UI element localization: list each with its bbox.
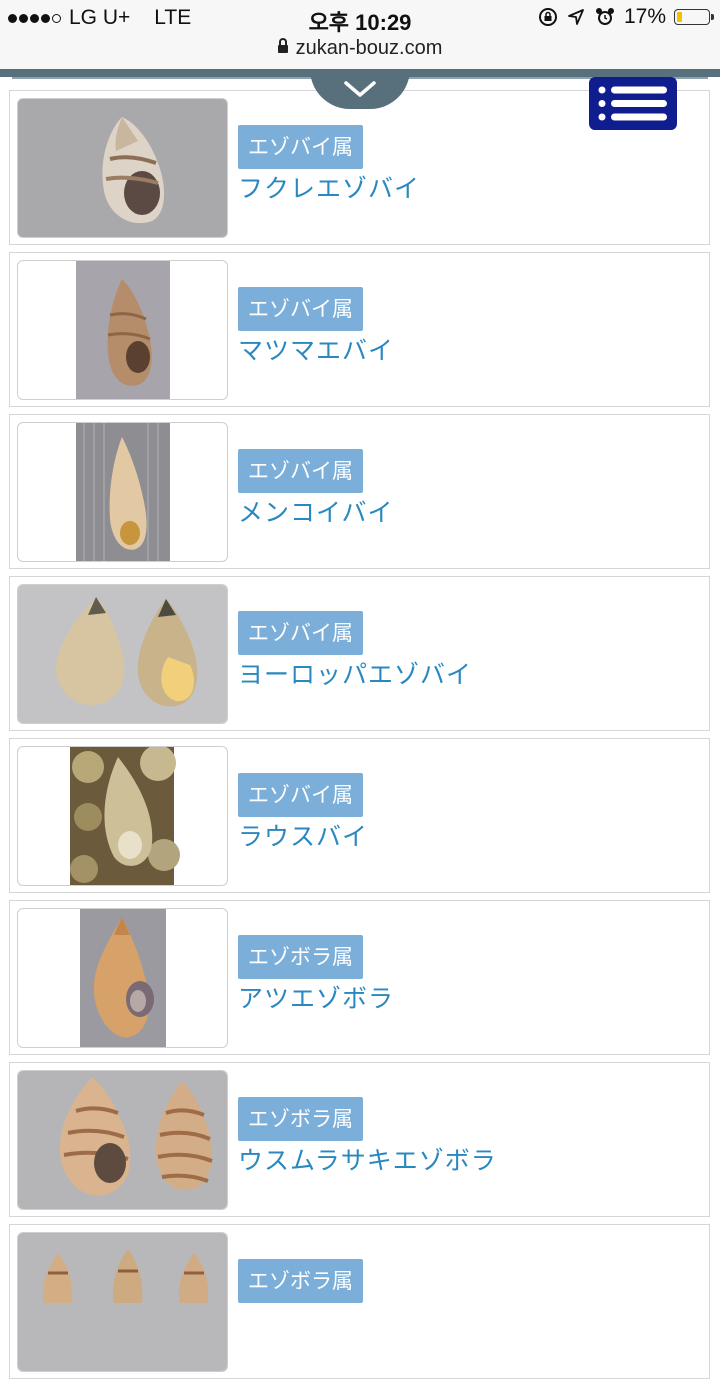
genus-badge: エゾボラ属 <box>238 935 363 979</box>
species-name-link[interactable]: メンコイバイ <box>238 498 394 528</box>
alarm-clock-icon <box>595 8 614 25</box>
list-item[interactable]: エゾボラ属 ウスムラサキエゾボラ <box>9 1062 710 1217</box>
species-photo[interactable] <box>17 746 228 886</box>
species-name-link[interactable]: ウスムラサキエゾボラ <box>238 1146 497 1176</box>
location-arrow-icon <box>568 9 584 25</box>
species-name-link[interactable]: アツエゾボラ <box>238 984 394 1014</box>
shell-photo-image <box>76 423 170 561</box>
list-item[interactable]: エゾボラ属 <box>9 1224 710 1379</box>
chevron-down-icon <box>344 81 376 97</box>
species-name-link[interactable]: ラウスバイ <box>238 822 368 852</box>
species-name-link[interactable]: フクレエゾバイ <box>238 174 420 204</box>
genus-badge: エゾバイ属 <box>238 449 363 493</box>
shell-photo-image <box>70 747 180 885</box>
rotation-lock-icon <box>538 8 557 26</box>
shell-photo-image <box>18 585 227 723</box>
species-name-link[interactable]: ヨーロッパエゾバイ <box>238 660 472 690</box>
menu-button[interactable] <box>589 77 677 130</box>
list-item[interactable]: エゾボラ属 アツエゾボラ <box>9 900 710 1055</box>
genus-badge: エゾボラ属 <box>238 1097 363 1141</box>
species-photo[interactable] <box>17 908 228 1048</box>
lock-icon <box>277 37 288 53</box>
browser-url-bar[interactable]: zukan-bouz.com <box>0 36 720 69</box>
species-photo[interactable] <box>17 584 228 724</box>
species-photo[interactable] <box>17 98 228 238</box>
shell-photo-image <box>18 1071 227 1209</box>
genus-badge: エゾバイ属 <box>238 773 363 817</box>
genus-badge: エゾバイ属 <box>238 125 363 169</box>
status-bar: LG U+ LTE 오후 10:29 17% <box>0 0 720 36</box>
list-item[interactable]: エゾバイ属 マツマエバイ <box>9 252 710 407</box>
battery-icon <box>674 9 714 25</box>
shell-photo-image <box>18 99 227 237</box>
genus-badge: エゾバイ属 <box>238 287 363 331</box>
shell-photo-image <box>76 261 170 399</box>
species-list: エゾバイ属 フクレエゾバイ エゾバイ属 マツマエバイ エゾバイ属 メンコイバイ … <box>0 0 720 1379</box>
genus-badge: エゾボラ属 <box>238 1259 363 1303</box>
genus-badge: エゾバイ属 <box>238 611 363 655</box>
shell-photo-image <box>18 1233 227 1371</box>
species-photo[interactable] <box>17 260 228 400</box>
species-name-link[interactable]: マツマエバイ <box>238 336 394 366</box>
list-menu-icon <box>598 86 667 121</box>
species-photo[interactable] <box>17 1232 228 1372</box>
shell-photo-image <box>80 909 166 1047</box>
url-text: zukan-bouz.com <box>295 37 443 59</box>
status-right: 17% <box>538 5 714 29</box>
species-photo[interactable] <box>17 1070 228 1210</box>
list-item[interactable]: エゾバイ属 ヨーロッパエゾバイ <box>9 576 710 731</box>
battery-percent: 17% <box>623 5 666 28</box>
list-item[interactable]: エゾバイ属 ラウスバイ <box>9 738 710 893</box>
list-item[interactable]: エゾバイ属 メンコイバイ <box>9 414 710 569</box>
species-photo[interactable] <box>17 422 228 562</box>
